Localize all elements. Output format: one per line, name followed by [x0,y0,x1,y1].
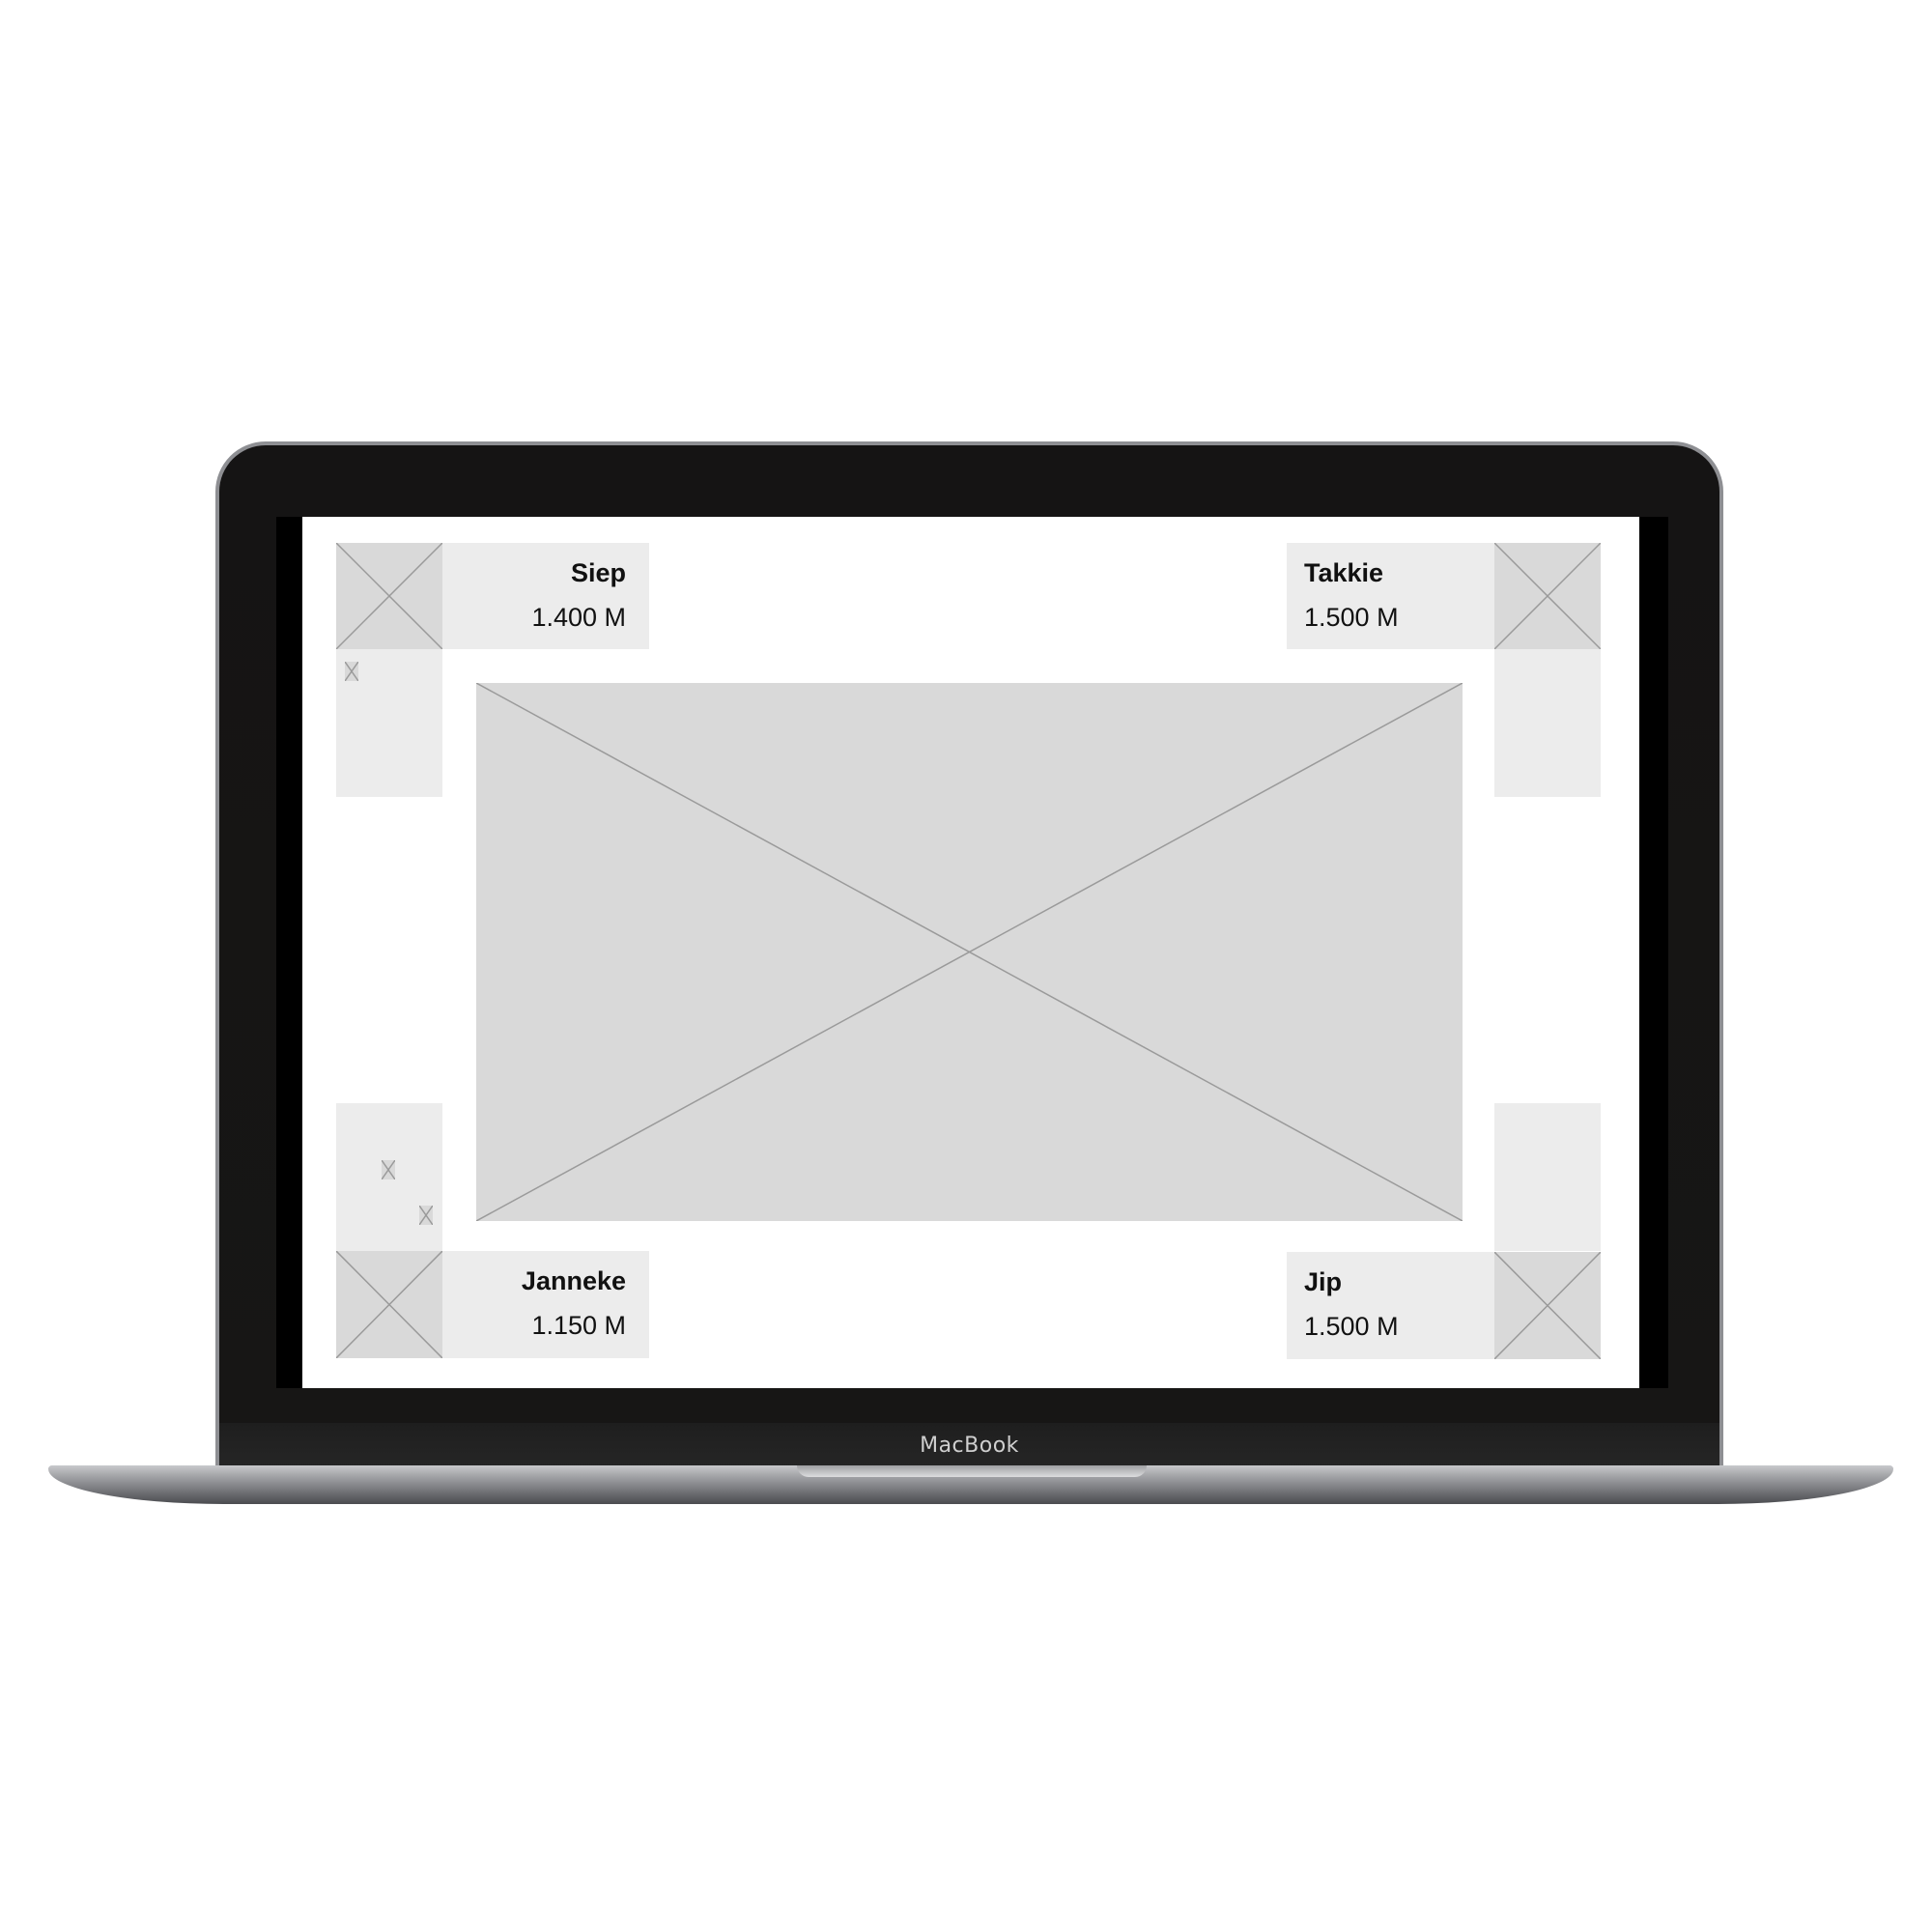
top-right-value: 1.500 M [1304,603,1399,632]
top-right-info-panel[interactable]: Takkie 1.500 M [1287,543,1494,649]
bottom-right-name: Jip [1304,1267,1343,1296]
top-right-avatar-placeholder [1494,543,1601,649]
broken-image-icon [419,1206,433,1225]
bottom-right-info-panel[interactable]: Jip 1.500 M [1287,1252,1494,1359]
top-right-name: Takkie [1304,558,1384,587]
laptop-opening-notch [797,1465,1147,1477]
top-left-info-panel[interactable]: Siep 1.400 M [442,543,649,649]
brand-label: MacBook [920,1433,1019,1458]
bottom-right-value: 1.500 M [1304,1312,1399,1341]
bottom-left-name: Janneke [521,1266,626,1295]
image-placeholder-icon [336,543,442,649]
image-placeholder-icon [336,1251,442,1358]
top-left-side-panel [336,649,442,797]
image-placeholder-icon [1494,543,1601,649]
top-left-avatar-placeholder [336,543,442,649]
broken-image-icon [345,662,358,681]
bottom-left-avatar-placeholder [336,1251,442,1358]
top-left-name: Siep [570,558,626,587]
screen: Siep 1.400 M Takkie 1.500 M Janneke 1.15… [302,517,1639,1388]
bottom-left-side-panel [336,1103,442,1251]
broken-image-icon [382,1160,395,1179]
main-image-placeholder [476,683,1463,1221]
image-placeholder-icon [1494,1252,1601,1359]
bottom-right-avatar-placeholder [1494,1252,1601,1359]
top-right-side-panel [1494,649,1601,797]
bottom-left-info-panel[interactable]: Janneke 1.150 M [442,1251,649,1358]
bottom-left-value: 1.150 M [531,1311,626,1340]
image-placeholder-icon [476,683,1463,1221]
bottom-right-side-panel [1494,1103,1601,1251]
stage: MacBook Siep 1.400 M Takkie 1.500 M Jann… [0,0,1932,1932]
bezel-chin: MacBook [219,1423,1719,1467]
top-left-value: 1.400 M [531,603,626,632]
